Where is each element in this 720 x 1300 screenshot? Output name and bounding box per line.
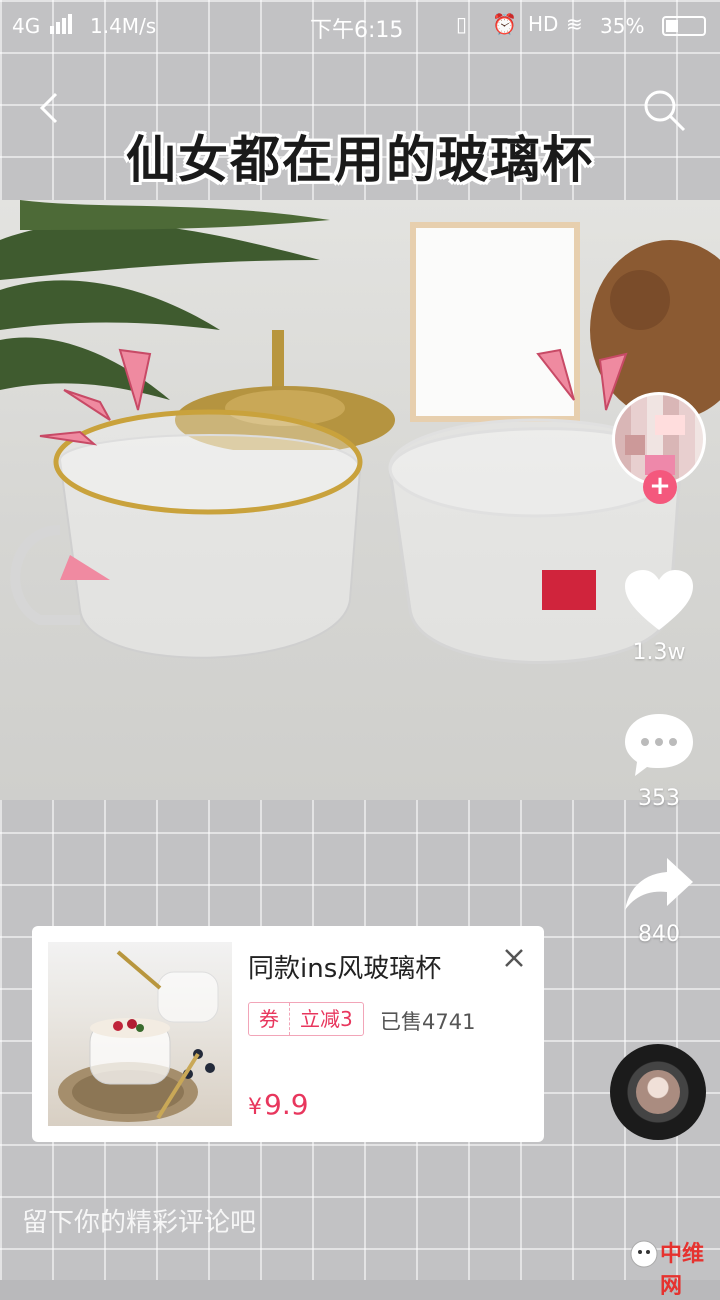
network-speed: 1.4M/s — [90, 14, 157, 38]
music-cover — [636, 1070, 680, 1114]
price-value: 9.9 — [264, 1088, 309, 1121]
product-name: 同款ins风玻璃杯 — [248, 954, 442, 984]
coupon-discount: 立减3 — [300, 1007, 353, 1031]
status-bar: 4G 1.4M/s 下午6:15 ▯ ⏰ HD ≋ 35% — [0, 0, 720, 52]
comment-input[interactable]: 留下你的精彩评论吧 — [22, 1202, 256, 1239]
clock: 下午6:15 — [310, 18, 404, 43]
network-type: 4G — [12, 14, 41, 38]
heart-icon — [625, 570, 693, 630]
comment-count: 353 — [638, 786, 680, 811]
comment-button[interactable]: 353 — [612, 712, 706, 811]
share-arrow-icon — [625, 858, 693, 910]
video-frame[interactable] — [0, 200, 720, 800]
close-button[interactable] — [500, 944, 528, 972]
product-price: ¥9.9 — [248, 1088, 309, 1121]
wifi-icon: ≋ — [566, 12, 583, 36]
product-image[interactable] — [48, 942, 232, 1126]
alarm-icon: ⏰ — [492, 12, 517, 36]
currency-symbol: ¥ — [248, 1095, 262, 1120]
like-button[interactable]: 1.3w — [612, 568, 706, 665]
highlight-marks-left — [39, 348, 152, 446]
sold-count: 已售4741 — [380, 1010, 476, 1034]
share-button[interactable]: 840 — [612, 854, 706, 947]
follow-plus-button[interactable]: + — [643, 470, 677, 504]
vibrate-icon: ▯ — [456, 12, 468, 36]
battery-icon — [662, 16, 706, 36]
product-photo — [58, 950, 219, 1122]
product-card[interactable]: 同款ins风玻璃杯 券 立减3 已售4741 ¥9.9 — [32, 926, 544, 1142]
signal-icon — [50, 14, 72, 34]
music-disc[interactable] — [610, 1044, 706, 1140]
share-count: 840 — [638, 922, 680, 947]
like-count: 1.3w — [632, 640, 686, 665]
video-title-overlay: 仙女都在用的玻璃杯 — [126, 131, 594, 189]
comment-bubble-icon — [625, 714, 693, 776]
battery-percent: 35% — [600, 14, 645, 38]
hd-indicator: HD — [528, 12, 559, 36]
watermark-text: 中维网 — [660, 1242, 705, 1299]
coupon-badge: 券 立减3 — [248, 1002, 364, 1036]
close-icon — [505, 949, 523, 967]
coupon-tag: 券 — [249, 1003, 290, 1035]
